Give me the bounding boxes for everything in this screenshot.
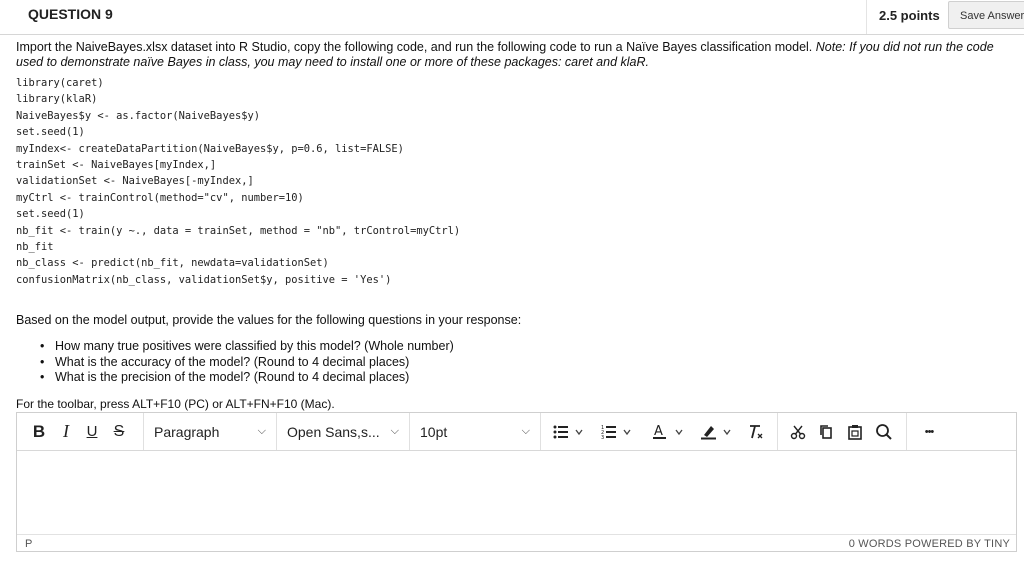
highlight-icon xyxy=(701,425,731,439)
paste-icon xyxy=(848,424,862,440)
bullet-list-button[interactable] xyxy=(549,418,589,446)
code-line: confusionMatrix(nb_class, validationSet$… xyxy=(16,273,392,286)
list-item: What is the precision of the model? (Rou… xyxy=(40,370,454,386)
code-line: library(caret) xyxy=(16,77,104,89)
cut-button[interactable] xyxy=(784,418,812,446)
more-options-button[interactable]: ••• xyxy=(907,418,951,446)
code-block: library(caret) library(klaR) NaiveBayes$… xyxy=(16,75,460,288)
font-family-dropdown[interactable]: Open Sans,s... ⌵ xyxy=(277,413,409,450)
font-size-dropdown[interactable]: 10pt ⌵ xyxy=(410,413,540,450)
font-family-value: Open Sans,s... xyxy=(287,423,380,440)
bullet-list-icon xyxy=(553,425,583,438)
rich-text-editor: B I U S Paragraph ⌵ Open Sans,s... ⌵ 10p… xyxy=(16,412,1017,552)
clear-formatting-button[interactable] xyxy=(743,418,769,446)
highlight-button[interactable] xyxy=(695,418,739,446)
question-list: How many true positives were classified … xyxy=(40,339,454,386)
numbered-list-icon: 1 2 3 xyxy=(601,425,631,440)
text-color-button[interactable]: A xyxy=(647,418,691,446)
code-line: trainSet <- NaiveBayes[myIndex,] xyxy=(16,158,217,171)
code-line: myIndex<- createDataPartition(NaiveBayes… xyxy=(16,142,404,155)
cut-icon xyxy=(790,425,806,439)
list-item: How many true positives were classified … xyxy=(40,339,454,355)
code-line: validationSet <- NaiveBayes[-myIndex,] xyxy=(16,175,254,188)
toolbar-divider xyxy=(540,413,541,450)
code-line: set.seed(1) xyxy=(16,126,85,139)
code-line: NaiveBayes$y <- as.factor(NaiveBayes$y) xyxy=(16,109,260,122)
toolbar-hint: For the toolbar, press ALT+F10 (PC) or A… xyxy=(16,397,335,411)
italic-button[interactable]: I xyxy=(53,418,79,446)
search-button[interactable] xyxy=(870,418,898,446)
code-line: nb_fit xyxy=(16,240,54,253)
code-line: nb_fit <- train(y ~., data = trainSet, m… xyxy=(16,224,461,237)
editor-content-area[interactable] xyxy=(17,451,1016,534)
toolbar-divider xyxy=(777,413,778,450)
clear-format-icon xyxy=(750,424,763,438)
font-size-value: 10pt xyxy=(420,423,448,440)
paste-button[interactable] xyxy=(840,418,870,446)
save-answer-button[interactable]: Save Answer xyxy=(948,1,1024,29)
svg-text:A: A xyxy=(654,424,663,439)
block-format-value: Paragraph xyxy=(154,423,220,440)
text-color-icon: A xyxy=(653,424,683,439)
points-label: 2.5 points xyxy=(879,8,940,23)
chevron-down-icon: ⌵ xyxy=(390,425,399,437)
chevron-down-icon: ⌵ xyxy=(521,425,530,437)
editor-toolbar: B I U S Paragraph ⌵ Open Sans,s... ⌵ 10p… xyxy=(17,413,1016,451)
question-header: QUESTION 9 2.5 points Save Answer xyxy=(0,0,1024,35)
response-prompt: Based on the model output, provide the v… xyxy=(16,313,522,327)
code-line: nb_class <- predict(nb_fit, newdata=vali… xyxy=(16,257,329,270)
code-line: set.seed(1) xyxy=(16,208,85,221)
question-title: QUESTION 9 xyxy=(28,6,113,22)
editor-statusbar: P 0 WORDS POWERED BY TINY xyxy=(17,534,1016,552)
underline-button[interactable]: U xyxy=(79,418,105,446)
code-line: myCtrl <- trainControl(method="cv", numb… xyxy=(16,191,304,204)
header-divider xyxy=(866,0,867,34)
copy-button[interactable] xyxy=(812,418,840,446)
list-item: What is the accuracy of the model? (Roun… xyxy=(40,355,454,371)
code-line: library(klaR) xyxy=(16,93,98,106)
svg-text:3: 3 xyxy=(601,435,604,440)
bold-button[interactable]: B xyxy=(25,418,53,446)
question-text: Import the NaiveBayes.xlsx dataset into … xyxy=(16,40,1016,70)
numbered-list-button[interactable]: 1 2 3 xyxy=(595,418,639,446)
search-icon xyxy=(876,423,892,440)
question-instructions: Import the NaiveBayes.xlsx dataset into … xyxy=(16,40,816,54)
strikethrough-button[interactable]: S xyxy=(105,418,133,446)
copy-icon xyxy=(820,424,832,439)
word-count-status: 0 WORDS POWERED BY TINY xyxy=(848,538,1010,550)
block-format-dropdown[interactable]: Paragraph ⌵ xyxy=(144,413,276,450)
element-path[interactable]: P xyxy=(25,538,32,550)
chevron-down-icon: ⌵ xyxy=(257,425,266,437)
